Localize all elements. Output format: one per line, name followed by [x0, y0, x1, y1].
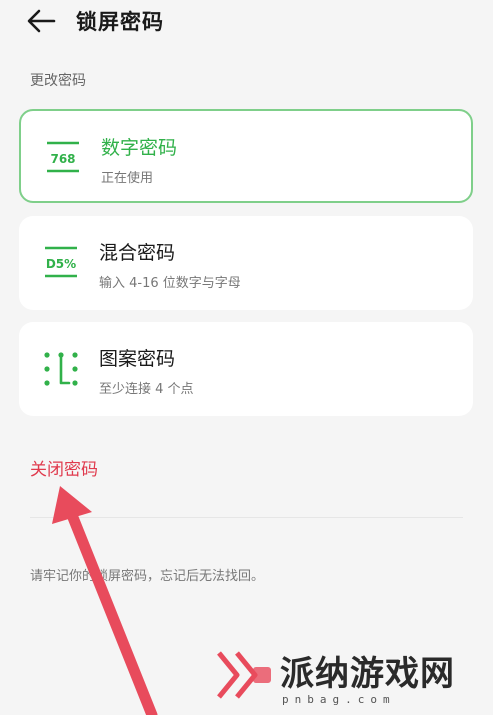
watermark-text: 派纳游戏网	[280, 654, 455, 694]
watermark-subtext: pnbag.com	[282, 693, 396, 706]
annotation-arrow-icon	[52, 486, 158, 715]
watermark-logo-icon	[217, 651, 271, 699]
